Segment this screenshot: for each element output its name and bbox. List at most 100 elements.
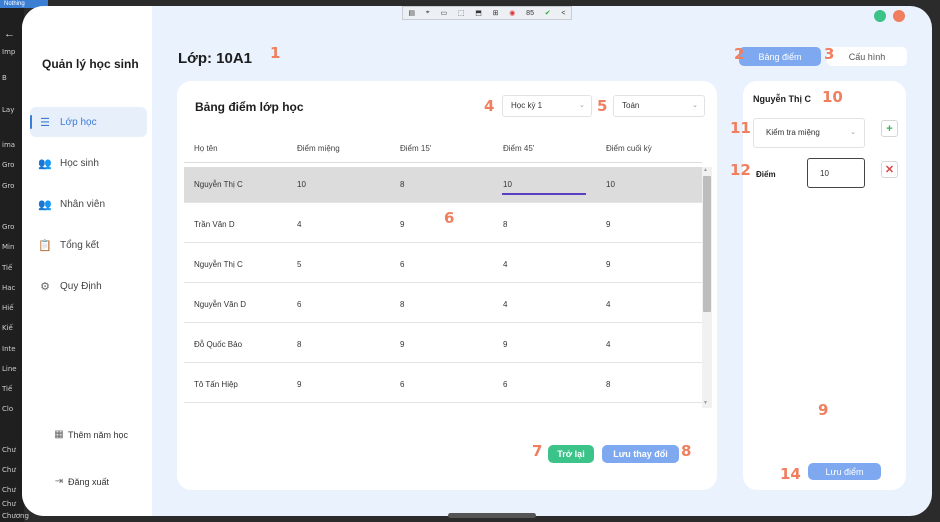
editor-item[interactable]: Lay bbox=[2, 106, 14, 114]
editor-item[interactable]: B bbox=[2, 74, 7, 82]
add-school-year-button[interactable]: ▦ Thêm năm học bbox=[50, 429, 128, 440]
sidebar-item-nhan-vien[interactable]: 👥 Nhân viên bbox=[30, 189, 147, 219]
table-cell[interactable]: 8 bbox=[503, 207, 507, 243]
annotation-3: 3 bbox=[824, 45, 835, 63]
add-school-year-label: Thêm năm học bbox=[68, 429, 129, 440]
editor-item[interactable]: Tiế bbox=[2, 385, 12, 393]
detail-panel: Nguyễn Thị C 10 11 Kiểm tra miệng ⌄ + 12… bbox=[730, 81, 906, 490]
sidebar-item-tong-ket[interactable]: 📋 Tổng kết bbox=[30, 230, 147, 260]
editor-item[interactable]: Hac bbox=[2, 284, 15, 292]
editor-item[interactable]: Kiế bbox=[2, 324, 13, 332]
table-cell: Đỗ Quốc Bảo bbox=[194, 340, 243, 349]
editor-item[interactable]: Tiế bbox=[2, 264, 12, 272]
table-cell[interactable]: 10 bbox=[606, 167, 615, 203]
table-cell[interactable]: 4 bbox=[503, 247, 507, 283]
tab-configuration[interactable]: Cấu hình bbox=[827, 47, 907, 66]
staff-icon: 👥 bbox=[38, 198, 52, 211]
editor-item[interactable]: Chư bbox=[2, 446, 16, 454]
table-row[interactable]: Nguyễn Văn D 6 8 4 4 bbox=[184, 287, 702, 323]
table-cell[interactable]: 8 bbox=[400, 287, 404, 323]
table-cell[interactable]: 9 bbox=[606, 207, 610, 243]
table-cell[interactable]: 4 bbox=[606, 287, 610, 323]
scroll-up-icon[interactable]: ▲ bbox=[703, 167, 708, 173]
home-indicator bbox=[448, 513, 536, 518]
app-title: Quản lý học sinh bbox=[42, 57, 139, 71]
active-indicator bbox=[30, 115, 32, 129]
check-icon[interactable]: ✔ bbox=[545, 9, 551, 17]
debug-toolbar: ▤ ⌖ ▭ ⬚ ⬒ ⊞ ◉ 85 ✔ < bbox=[402, 6, 572, 20]
save-score-button[interactable]: Lưu điểm bbox=[808, 463, 881, 480]
editor-item[interactable]: Min bbox=[2, 243, 14, 251]
grade-card: Bảng điểm lớp học 4 Học kỳ 1 ⌄ 5 Toán ⌄ … bbox=[177, 81, 717, 490]
editor-item[interactable]: Chư bbox=[2, 466, 16, 474]
table-cell[interactable]: 10 bbox=[297, 167, 306, 203]
table-cell[interactable]: 6 bbox=[503, 367, 507, 403]
close-button[interactable] bbox=[893, 10, 905, 22]
table-cell[interactable]: 9 bbox=[400, 207, 404, 243]
table-row[interactable]: Nguyễn Thị C 10 8 10 10 bbox=[184, 167, 702, 203]
toolbar-icon[interactable]: ⊞ bbox=[493, 9, 499, 17]
table-scrollbar[interactable]: ▲ ▼ bbox=[702, 167, 712, 408]
toolbar-icon[interactable]: ▤ bbox=[408, 9, 415, 17]
editor-item[interactable]: Gro bbox=[2, 182, 14, 190]
score-type-select[interactable]: Kiểm tra miệng ⌄ bbox=[753, 118, 865, 148]
editor-item[interactable]: Chư bbox=[2, 500, 16, 508]
annotation-7: 7 bbox=[532, 442, 543, 460]
score-input[interactable] bbox=[807, 158, 865, 188]
logout-button[interactable]: ⇥ Đăng xuất bbox=[50, 476, 109, 487]
table-cell[interactable]: 9 bbox=[503, 327, 507, 363]
table-cell[interactable]: 9 bbox=[400, 327, 404, 363]
toolbar-icon[interactable]: ⬒ bbox=[475, 9, 482, 17]
list-icon: ☰ bbox=[40, 116, 50, 129]
table-cell[interactable]: 8 bbox=[400, 167, 404, 203]
column-header: Điểm 45' bbox=[503, 144, 535, 153]
fps-counter: 85 bbox=[526, 9, 534, 17]
editor-item[interactable]: Line bbox=[2, 365, 17, 373]
sidebar-item-quy-dinh[interactable]: ⚙ Quy Định bbox=[30, 271, 147, 301]
toolbar-icon[interactable]: ▭ bbox=[440, 9, 447, 17]
editor-item[interactable]: Chư bbox=[2, 486, 16, 494]
editor-item[interactable]: Clo bbox=[2, 405, 13, 413]
subject-select-value: Toán bbox=[622, 101, 640, 110]
grade-table: Họ tên Điểm miệng Điểm 15' Điểm 45' Điểm… bbox=[184, 135, 712, 412]
table-row[interactable]: Nguyễn Thị C 5 6 4 9 bbox=[184, 247, 702, 283]
table-cell[interactable]: 4 bbox=[606, 327, 610, 363]
editor-item[interactable]: Gro bbox=[2, 223, 14, 231]
editor-item[interactable]: ima bbox=[2, 141, 15, 149]
save-changes-button[interactable]: Lưu thay đổi bbox=[602, 445, 679, 463]
editor-item[interactable]: Hiế bbox=[2, 304, 14, 312]
scroll-down-icon[interactable]: ▼ bbox=[703, 400, 708, 406]
editor-item[interactable]: Imp bbox=[2, 48, 15, 56]
collapse-icon[interactable]: < bbox=[561, 10, 565, 17]
table-cell[interactable]: 6 bbox=[400, 247, 404, 283]
table-cell[interactable]: 4 bbox=[503, 287, 507, 323]
table-cell[interactable]: 6 bbox=[400, 367, 404, 403]
subject-select[interactable]: Toán ⌄ bbox=[613, 95, 705, 117]
table-cell[interactable]: 8 bbox=[606, 367, 610, 403]
scroll-thumb[interactable] bbox=[703, 176, 711, 312]
table-cell-editing[interactable]: 10 bbox=[503, 167, 512, 203]
add-score-button[interactable]: + bbox=[881, 120, 898, 137]
back-arrow-icon[interactable]: ← bbox=[4, 28, 15, 40]
table-cell[interactable]: 8 bbox=[297, 327, 301, 363]
table-cell[interactable]: 4 bbox=[297, 207, 301, 243]
table-row[interactable]: Trần Văn D 4 9 8 9 bbox=[184, 207, 702, 243]
table-cell[interactable]: 5 bbox=[297, 247, 301, 283]
table-cell[interactable]: 6 bbox=[297, 287, 301, 323]
table-cell[interactable]: 9 bbox=[297, 367, 301, 403]
table-row[interactable]: Đỗ Quốc Bảo 8 9 9 4 bbox=[184, 327, 702, 363]
table-row[interactable]: Tô Tấn Hiệp 9 6 6 8 bbox=[184, 367, 702, 403]
maximize-button[interactable] bbox=[874, 10, 886, 22]
sidebar-item-hoc-sinh[interactable]: 👥 Học sinh bbox=[30, 148, 147, 178]
table-cell[interactable]: 9 bbox=[606, 247, 610, 283]
toolbar-icon[interactable]: ⌖ bbox=[426, 9, 430, 17]
tab-grade-sheet[interactable]: Bảng điểm bbox=[739, 47, 821, 66]
back-button[interactable]: Trở lại bbox=[548, 445, 594, 463]
toolbar-icon[interactable]: ⬚ bbox=[458, 9, 465, 17]
semester-select[interactable]: Học kỳ 1 ⌄ bbox=[502, 95, 592, 117]
delete-score-button[interactable]: ✕ bbox=[881, 161, 898, 178]
fps-record-icon[interactable]: ◉ bbox=[509, 9, 515, 17]
editor-item[interactable]: Gro bbox=[2, 161, 14, 169]
sidebar-item-lop-hoc[interactable]: ☰ Lớp học bbox=[30, 107, 147, 137]
editor-item[interactable]: Inte bbox=[2, 345, 16, 353]
